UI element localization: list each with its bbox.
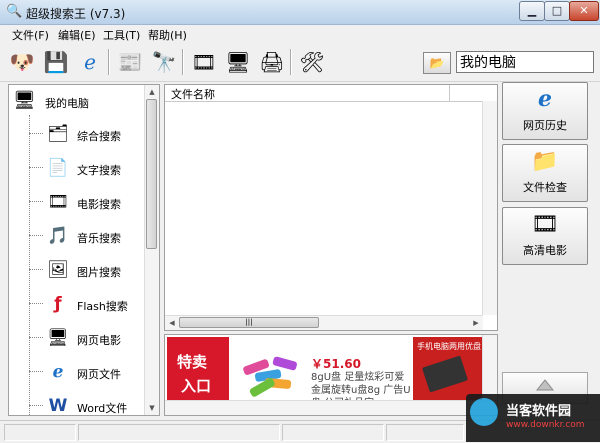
tree-item-label: 综合搜索 [77, 130, 121, 143]
file-check-button[interactable]: 📁 文件检查 [502, 144, 588, 202]
scroll-thumb[interactable]: ||| [179, 317, 319, 328]
scroll-thumb[interactable] [146, 99, 157, 249]
scroll-left-arrow-icon[interactable]: ◀ [165, 316, 179, 330]
usb-device-image [421, 355, 469, 393]
scroll-right-arrow-icon[interactable]: ▶ [469, 316, 483, 330]
ie-icon: ℯ [538, 87, 552, 112]
title-bar: 🔍 超级搜索王 (v7.3) ▁ □ ✕ [0, 0, 600, 25]
magnifier-icon: 🔍 [6, 4, 23, 19]
menu-edit[interactable]: 编辑(E) [58, 27, 96, 43]
maximize-button[interactable]: □ [544, 1, 570, 21]
ad-sale-line1: 特卖 [177, 353, 208, 371]
watermark-url: www.downkr.com [506, 420, 585, 430]
scanner-icon[interactable]: 🖨 [256, 46, 288, 78]
path-field[interactable]: 我的电脑 [456, 51, 594, 73]
open-folder-button[interactable]: 📂 [423, 52, 451, 74]
tree-item-flash-search[interactable]: ƒ Flash搜索 [29, 291, 153, 317]
flash-icon: ƒ [54, 294, 62, 314]
minimize-button[interactable]: ▁ [519, 1, 545, 21]
film-reel-icon: 🎞 [531, 212, 559, 237]
list-horizontal-scrollbar[interactable]: ◀ ||| ▶ [165, 315, 483, 330]
menu-bar: 文件(F) 编辑(E) 工具(T) 帮助(H) [0, 25, 600, 43]
ad-vertical-scrollbar[interactable] [482, 335, 497, 401]
tree-item-web-file[interactable]: ℯ 网页文件 [29, 359, 153, 385]
tree-item-label: 网页电影 [77, 334, 121, 347]
toolbar-separator [108, 49, 110, 75]
tree-scrollbar[interactable]: ▲ ▼ [144, 85, 159, 415]
column-header-filename[interactable]: 文件名称 [171, 86, 215, 102]
up-arrow-icon [536, 379, 554, 391]
scroll-down-arrow-icon[interactable]: ▼ [145, 401, 159, 415]
toolbar-separator [290, 49, 292, 75]
watermark-name: 当客软件园 [506, 404, 572, 419]
monitor-icon[interactable]: 🖥 [222, 46, 254, 78]
window-grid-icon: 🗂 [47, 124, 69, 144]
ad-right-header: 手机电脑两用优盘 [417, 342, 481, 351]
list-header: 文件名称 [165, 85, 495, 102]
computer-icon: 🖥 [13, 90, 36, 111]
word-icon: W [48, 396, 68, 416]
watermark: 当客软件园 www.downkr.com [466, 394, 600, 442]
tree-item-web-movie[interactable]: 🖥 网页电影 [29, 325, 153, 351]
category-tree: 🖥 我的电脑 🗂 综合搜索 📄 文字搜索 🎞 电影搜索 🎵 音乐搜索 🖼 图片搜… [8, 84, 160, 416]
tree-root-label: 我的电脑 [45, 97, 89, 110]
tree-item-label: 图片搜索 [77, 266, 121, 279]
tree-item-text-search[interactable]: 📄 文字搜索 [29, 155, 153, 181]
file-check-label: 文件检查 [523, 181, 567, 194]
ad-usb-phone[interactable]: 手机电脑两用优盘 [413, 337, 483, 401]
film-reel-icon: 🎞 [47, 192, 69, 212]
web-history-label: 网页历史 [523, 119, 567, 132]
ad-price: ￥51.60 [311, 357, 361, 371]
ie-icon: ℯ [52, 362, 64, 382]
monitor-icon: 🖥 [47, 328, 69, 348]
ad-horizontal-scrollbar[interactable] [165, 400, 497, 415]
dog-icon[interactable]: 🐶 [6, 46, 38, 78]
picture-icon: 🖼 [47, 260, 69, 280]
ie-icon[interactable]: ℯ [74, 46, 106, 78]
status-cell [386, 424, 464, 441]
tree-item-movie-search[interactable]: 🎞 电影搜索 [29, 189, 153, 215]
tree-item-word-file[interactable]: W Word文件 [29, 393, 153, 416]
film-reel-icon[interactable]: 🎞 [188, 46, 220, 78]
status-cell [282, 424, 384, 441]
menu-help[interactable]: 帮助(H) [148, 27, 187, 43]
tree-item-label: 网页文件 [77, 368, 121, 381]
folder-search-icon: 📁 [531, 149, 559, 174]
hd-movie-label: 高清电影 [523, 244, 567, 257]
ad-sale-line2: 入口 [181, 377, 212, 395]
status-cell [78, 424, 280, 441]
web-history-button[interactable]: ℯ 网页历史 [502, 82, 588, 140]
tree-item-label: Word文件 [77, 402, 128, 415]
menu-tools[interactable]: 工具(T) [103, 27, 140, 43]
tools-icon[interactable]: 🛠 [296, 46, 328, 78]
ad-special-sale[interactable]: 特卖 入口 [167, 337, 229, 401]
close-button[interactable]: ✕ [569, 1, 599, 21]
tree-item-label: 文字搜索 [77, 164, 121, 177]
toolbar-separator [182, 49, 184, 75]
binoculars-icon[interactable]: 🔭 [148, 46, 180, 78]
music-icon: 🎵 [47, 226, 69, 246]
document-icon[interactable]: 📰 [114, 46, 146, 78]
tree-item-label: 音乐搜索 [77, 232, 121, 245]
tree-item-label: 电影搜索 [77, 198, 121, 211]
scroll-up-arrow-icon[interactable]: ▲ [145, 85, 159, 99]
tree-item-label: Flash搜索 [77, 300, 128, 313]
site-logo-icon [470, 398, 498, 426]
text-window-icon: 📄 [47, 158, 69, 178]
file-list[interactable]: 文件名称 ◀ ||| ▶ [164, 84, 498, 331]
folder-icon: 📂 [429, 56, 445, 70]
ad-banner[interactable]: 特卖 入口 ￥51.60 8gU盘 足量炫彩可爱金属旋转u盘8g 广告U盘 公司… [164, 334, 498, 416]
list-vertical-scrollbar[interactable] [482, 101, 497, 315]
hd-movie-button[interactable]: 🎞 高清电影 [502, 207, 588, 265]
usb-drives-image [243, 356, 297, 397]
window-title: 超级搜索王 (v7.3) [26, 7, 126, 21]
tree-item-picture-search[interactable]: 🖼 图片搜索 [29, 257, 153, 283]
save-icon[interactable]: 💾 [40, 46, 72, 78]
menu-file[interactable]: 文件(F) [12, 27, 49, 43]
status-cell [4, 424, 76, 441]
tree-item-comprehensive-search[interactable]: 🗂 综合搜索 [29, 121, 153, 147]
tree-item-music-search[interactable]: 🎵 音乐搜索 [29, 223, 153, 249]
